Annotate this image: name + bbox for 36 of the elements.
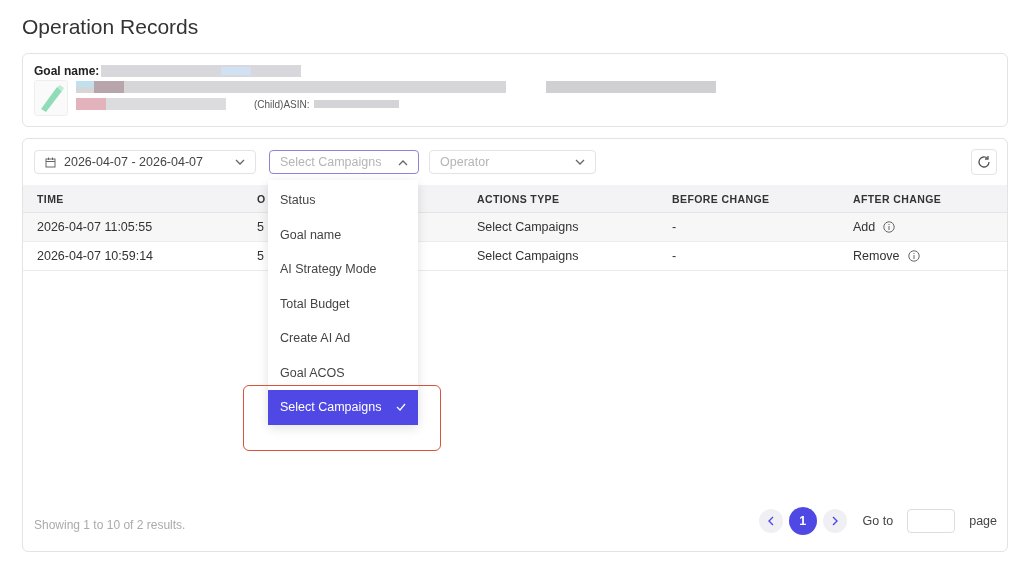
refresh-icon [977,155,991,169]
table-cell: 2026-04-07 11:05:55 [23,212,243,242]
chevron-up-icon [398,160,408,166]
page-button[interactable]: 1 [788,507,817,535]
page-title: Operation Records [22,15,200,39]
chevron-left-icon [767,516,774,526]
info-icon[interactable] [907,250,920,262]
dropdown-option[interactable]: Goal ACOS [268,355,418,390]
asin-label: (Child)ASIN: [254,98,310,110]
dropdown-option[interactable]: Total Budget [268,286,418,321]
calendar-icon [45,156,56,168]
check-icon [396,403,406,412]
chevron-right-icon [831,516,838,526]
results-summary: Showing 1 to 10 of 2 results. [34,518,186,532]
table-cell: 2026-04-07 10:59:14 [23,241,243,271]
column-header: AFTER CHANGE [839,185,1007,213]
table-cell: - [658,212,839,242]
page-number-field[interactable] [907,509,956,533]
page-label: page [969,514,997,528]
table-cell: - [658,241,839,271]
goal-name-label: Goal name: [34,64,100,78]
dropdown-option[interactable]: Create AI Ad [268,321,418,356]
table-cell: Remove [853,249,900,263]
dropdown-option[interactable]: Select Campaigns [268,390,418,425]
column-header: TIME [23,185,243,213]
go-to-label: Go to [862,514,894,528]
table-cell: Select Campaigns [463,212,658,242]
date-range-picker[interactable]: 2026-04-07 - 2026-04-07 [34,150,256,174]
chevron-down-icon [235,159,245,165]
table-cell: Select Campaigns [463,241,658,271]
refresh-button[interactable] [971,149,997,175]
info-icon[interactable] [883,221,896,233]
column-header: BEFORE CHANGE [658,185,839,213]
table-cell: Add [853,220,876,234]
column-header: ACTIONS TYPE [463,185,658,213]
chevron-down-icon [575,159,585,165]
